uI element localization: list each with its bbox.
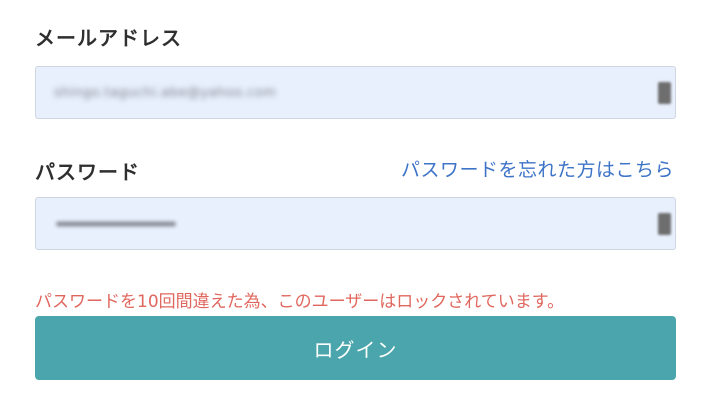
autofill-key-icon[interactable] (658, 81, 671, 104)
forgot-password-link[interactable]: パスワードを忘れた方はこちら (401, 155, 674, 182)
email-field[interactable]: shingo.taguchi.abe@yahoo.com (35, 66, 676, 119)
password-masked-value (56, 221, 176, 226)
autofill-key-icon[interactable] (658, 212, 671, 235)
error-message: パスワードを10回間違えた為、このユーザーはロックされています。 (35, 292, 565, 312)
email-label: メールアドレス (35, 26, 182, 50)
password-field[interactable] (35, 197, 676, 250)
email-value: shingo.taguchi.abe@yahoo.com (54, 85, 277, 100)
password-label: パスワード (35, 160, 140, 184)
login-button[interactable]: ログイン (35, 316, 676, 380)
